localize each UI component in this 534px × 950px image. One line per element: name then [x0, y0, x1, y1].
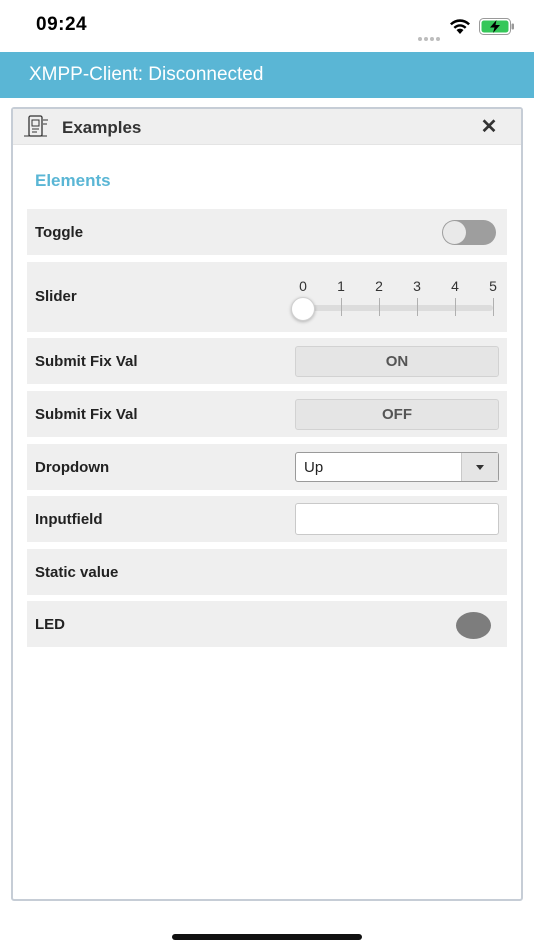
slider-tick-label: 5: [489, 278, 497, 294]
row-label: Slider: [35, 288, 77, 305]
device-icon: [24, 115, 48, 137]
slider-tick-mark: [417, 298, 418, 316]
row-toggle: Toggle: [27, 209, 507, 255]
slider-thumb[interactable]: [291, 297, 315, 321]
row-submit-off: Submit Fix Val OFF: [27, 391, 507, 437]
dropdown-select[interactable]: Up: [295, 452, 499, 482]
slider[interactable]: 0 1 2 3 4 5: [291, 278, 503, 322]
slider-tick-mark: [493, 298, 494, 316]
signal-icon: [418, 28, 444, 41]
row-label: Submit Fix Val: [35, 353, 138, 370]
dropdown-value: Up: [304, 459, 324, 476]
row-static-value: Static value: [27, 549, 507, 595]
row-submit-on: Submit Fix Val ON: [27, 338, 507, 384]
slider-tick-label: 3: [413, 278, 421, 294]
row-label: Inputfield: [35, 511, 103, 528]
status-time: 09:24: [36, 14, 88, 35]
chevron-down-icon: [476, 465, 484, 470]
toggle-switch[interactable]: [442, 220, 496, 245]
toggle-knob: [443, 221, 466, 244]
submit-on-button[interactable]: ON: [295, 346, 499, 377]
status-bar: 09:24: [0, 0, 534, 52]
text-input[interactable]: [295, 503, 499, 535]
panel-header: Examples ✕: [13, 109, 521, 145]
wifi-icon: [450, 19, 470, 34]
row-label: Dropdown: [35, 459, 110, 476]
section-title: Elements: [35, 171, 111, 190]
row-slider: Slider 0 1 2 3 4 5: [27, 262, 507, 332]
slider-tick-label: 0: [299, 278, 307, 294]
app-title: XMPP-Client: Disconnected: [29, 64, 264, 85]
row-label: Static value: [35, 564, 119, 581]
slider-tick-mark: [379, 298, 380, 316]
panel-title: Examples: [62, 118, 142, 137]
slider-track[interactable]: [303, 305, 493, 311]
app-header: XMPP-Client: Disconnected: [0, 52, 534, 98]
row-label: Submit Fix Val: [35, 406, 138, 423]
slider-tick-label: 2: [375, 278, 383, 294]
slider-tick-mark: [455, 298, 456, 316]
examples-panel: Examples ✕ Elements Toggle Slider 0 1 2 …: [11, 107, 523, 901]
home-indicator[interactable]: [172, 934, 362, 940]
close-icon[interactable]: ✕: [479, 117, 499, 137]
row-label: Toggle: [35, 224, 84, 241]
submit-off-button[interactable]: OFF: [295, 399, 499, 430]
slider-tick-label: 1: [337, 278, 345, 294]
row-dropdown: Dropdown Up: [27, 444, 507, 490]
battery-charging-icon: [479, 18, 514, 35]
row-led: LED: [27, 601, 507, 647]
row-label: LED: [35, 616, 65, 633]
row-inputfield: Inputfield: [27, 496, 507, 542]
dropdown-toggle[interactable]: [461, 453, 498, 481]
led-indicator: [456, 612, 491, 639]
slider-tick-label: 4: [451, 278, 459, 294]
slider-tick-mark: [341, 298, 342, 316]
